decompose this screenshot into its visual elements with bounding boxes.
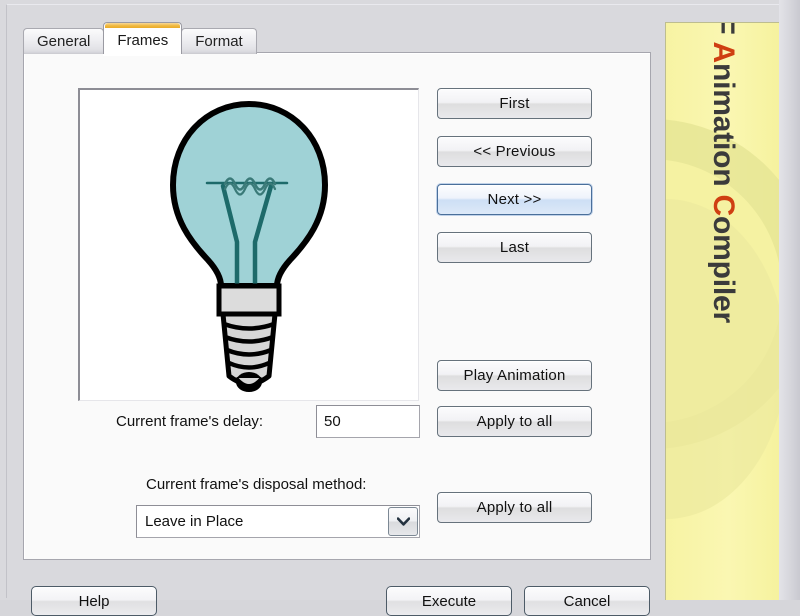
next-frame-button[interactable]: Next >>: [437, 184, 592, 215]
banner-title: GIF Animation Compiler: [666, 23, 779, 559]
tab-strip: General Frames Format: [23, 22, 257, 54]
execute-button[interactable]: Execute: [386, 586, 512, 616]
product-banner: GIF Animation Compiler: [665, 22, 779, 600]
tab-format-label: Format: [195, 33, 243, 50]
tab-frames[interactable]: Frames: [103, 22, 183, 54]
first-frame-label: First: [499, 95, 530, 112]
last-frame-button[interactable]: Last: [437, 232, 592, 263]
tab-general[interactable]: General: [23, 28, 105, 54]
previous-frame-button[interactable]: << Previous: [437, 136, 592, 167]
cancel-button-label: Cancel: [563, 592, 611, 610]
frame-delay-value: 50: [324, 413, 341, 430]
chevron-down-icon[interactable]: [388, 507, 418, 536]
apply-disposal-to-all-label: Apply to all: [476, 499, 553, 516]
play-animation-button[interactable]: Play Animation: [437, 360, 592, 391]
apply-delay-to-all-button[interactable]: Apply to all: [437, 406, 592, 437]
banner-title-part-4: C: [707, 194, 740, 216]
banner-title-text: GIF Animation Compiler: [707, 22, 740, 323]
tab-general-label: General: [37, 33, 91, 50]
help-button-label: Help: [78, 592, 110, 610]
execute-button-label: Execute: [421, 592, 477, 610]
window-right-edge: [779, 0, 800, 600]
tab-format[interactable]: Format: [181, 28, 257, 54]
apply-delay-to-all-label: Apply to all: [476, 413, 553, 430]
disposal-method-label: Current frame's disposal method:: [146, 476, 367, 493]
banner-title-part-1: IF: [707, 22, 740, 42]
frame-delay-label: Current frame's delay:: [116, 413, 264, 430]
cancel-button[interactable]: Cancel: [524, 586, 650, 616]
first-frame-button[interactable]: First: [437, 88, 592, 119]
frames-tab-page: First << Previous Next >> Last Play Anim…: [23, 52, 651, 560]
tab-frames-label: Frames: [117, 31, 169, 49]
previous-frame-label: << Previous: [473, 143, 556, 160]
frame-delay-input[interactable]: 50: [316, 405, 420, 438]
disposal-method-select[interactable]: Leave in Place: [136, 505, 420, 538]
last-frame-label: Last: [499, 239, 530, 256]
apply-disposal-to-all-button[interactable]: Apply to all: [437, 492, 592, 523]
banner-title-part-3: nimation: [707, 62, 740, 195]
help-button[interactable]: Help: [31, 586, 157, 616]
disposal-method-value: Leave in Place: [145, 513, 244, 530]
frame-preview-panel[interactable]: [78, 88, 419, 401]
banner-title-part-5: ompiler: [707, 215, 740, 323]
application-window: General Frames Format First << Previous …: [0, 0, 800, 616]
next-frame-label: Next >>: [487, 191, 542, 208]
light-bulb-image: [149, 90, 349, 400]
play-animation-label: Play Animation: [463, 367, 566, 384]
banner-title-part-2: A: [707, 41, 740, 63]
